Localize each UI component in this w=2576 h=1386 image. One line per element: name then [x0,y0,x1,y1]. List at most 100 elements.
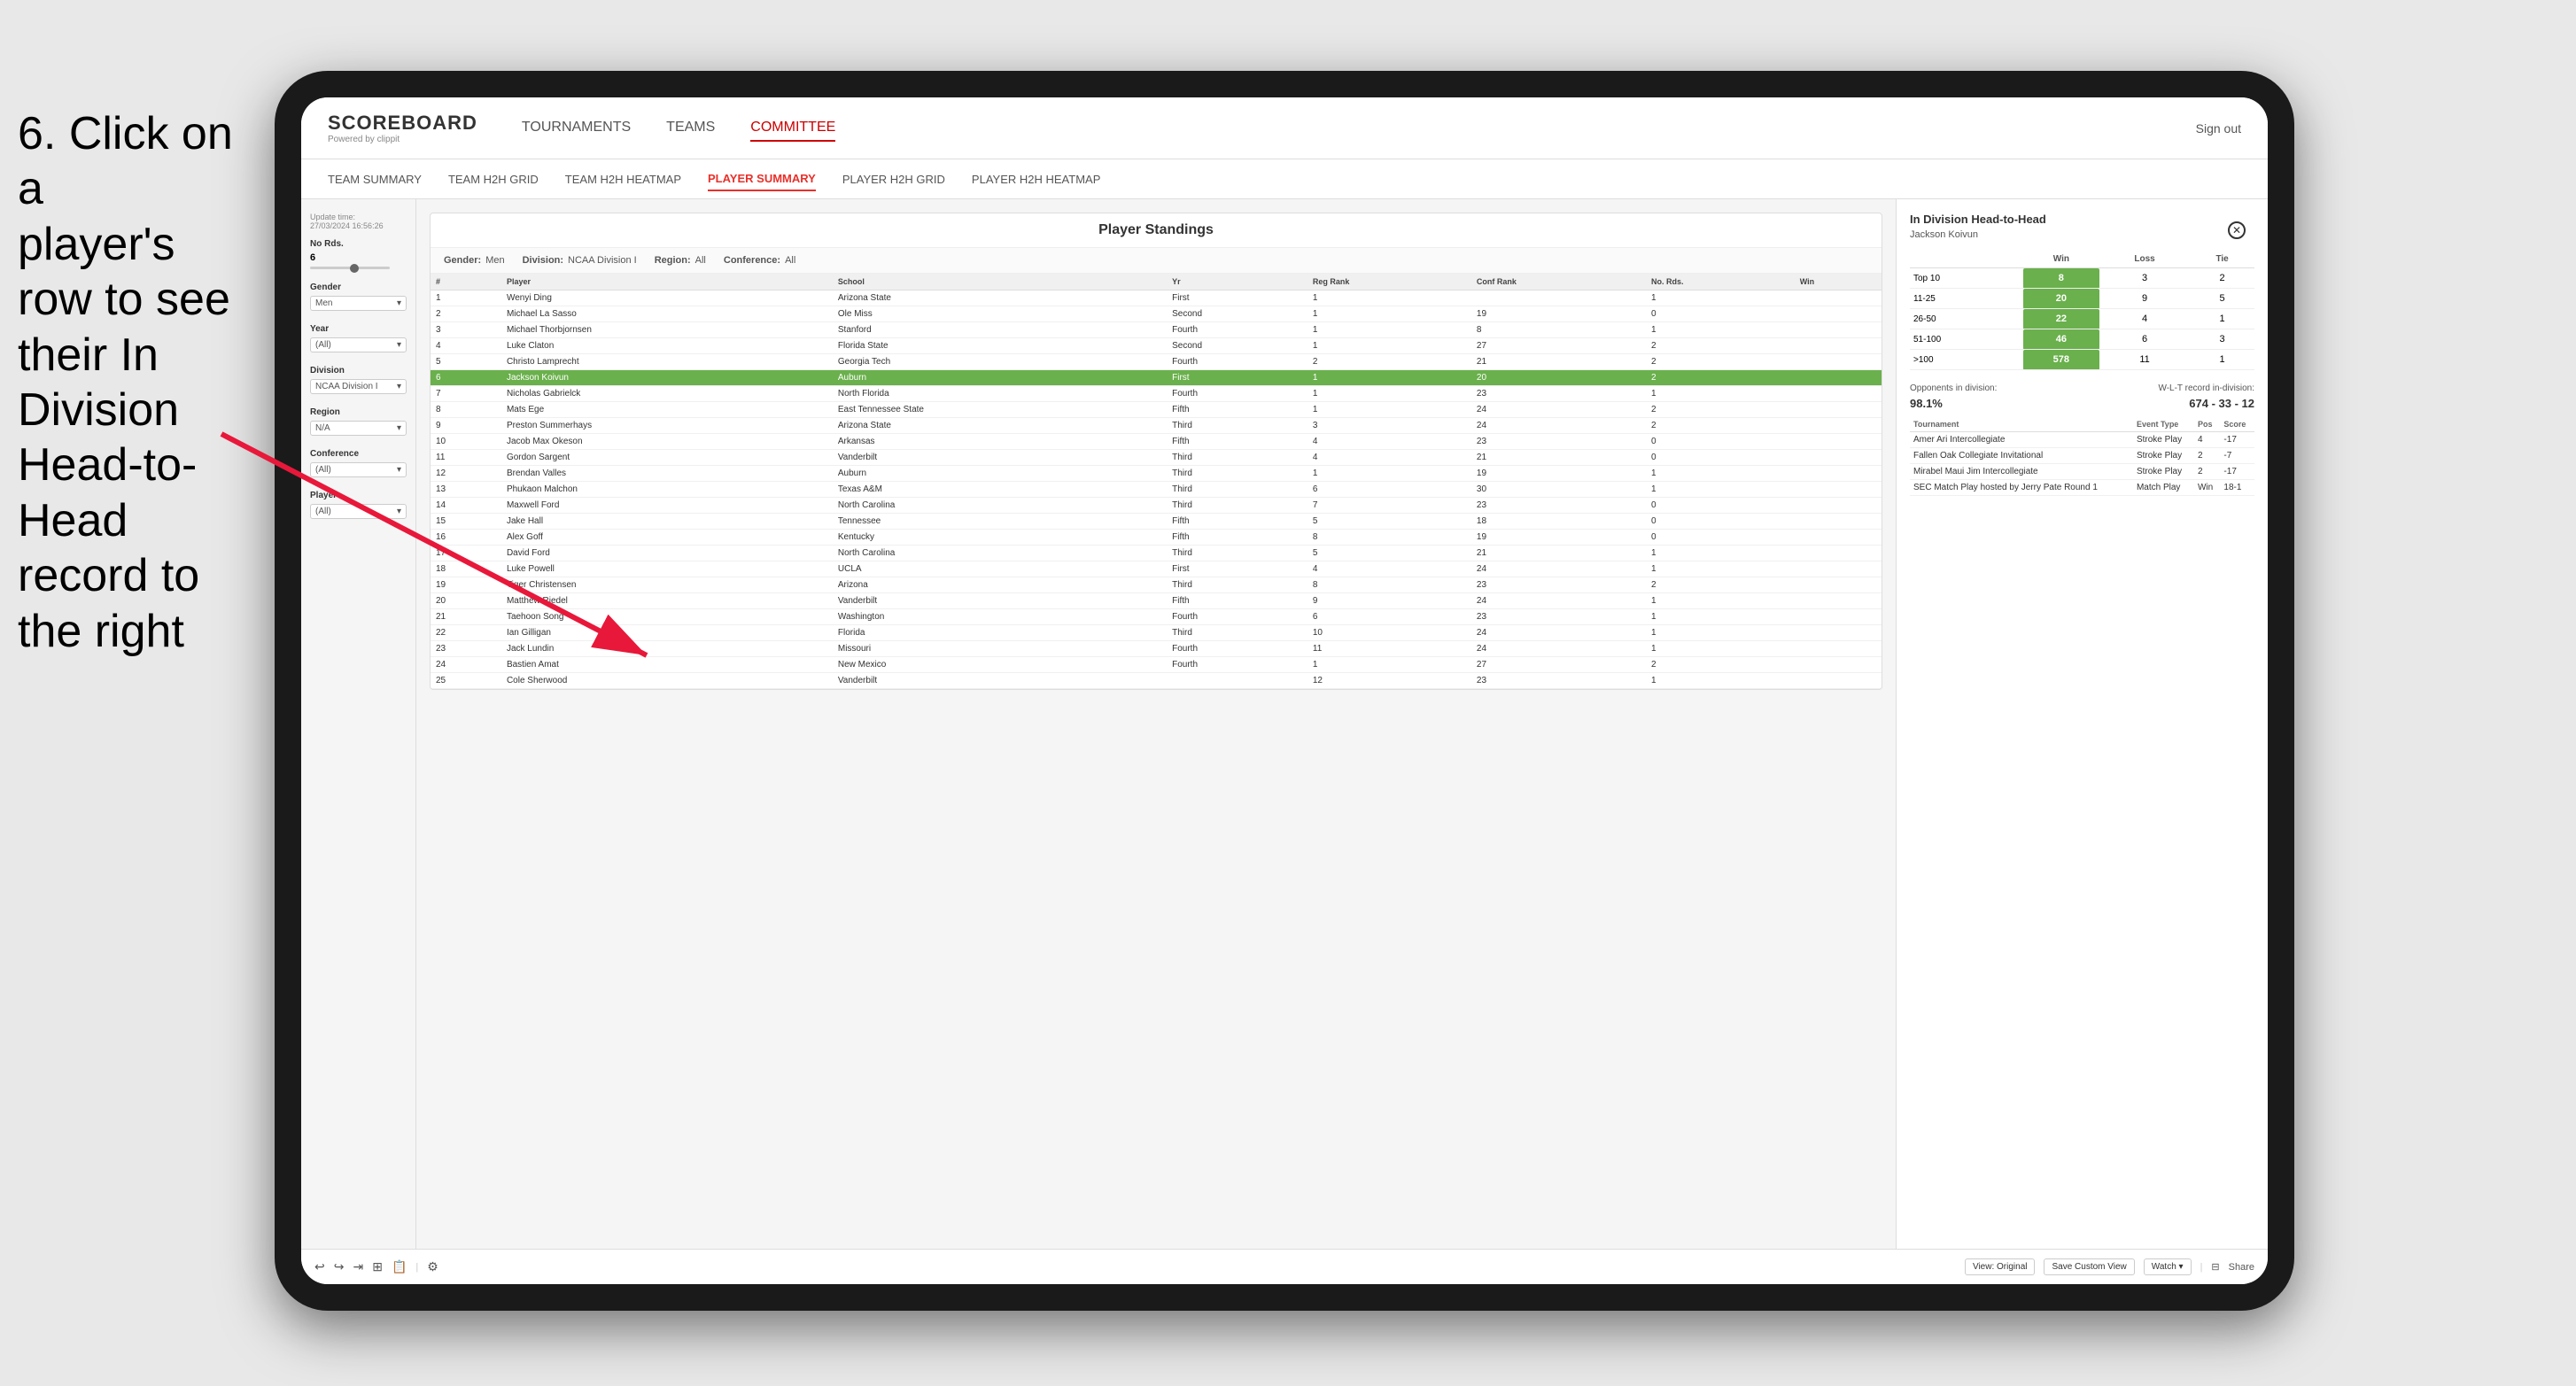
cell-win [1795,322,1882,338]
sub-nav-player-h2h-heatmap[interactable]: PLAYER H2H HEATMAP [972,168,1100,190]
save-custom-button[interactable]: Save Custom View [2044,1258,2134,1275]
cell-win [1795,561,1882,577]
cell-yr: Third [1167,577,1307,593]
cell-win [1795,514,1882,530]
cell-conf: 19 [1471,530,1646,546]
undo-icon[interactable]: ↩ [314,1259,325,1274]
watch-button[interactable]: Watch ▾ [2144,1258,2192,1275]
cell-conf: 24 [1471,418,1646,434]
tourn-name: Mirabel Maui Jim Intercollegiate [1910,464,2133,480]
cell-player: Matthew Riedel [501,593,833,609]
division-select[interactable]: NCAA Division I▾ [310,379,407,394]
gender-select[interactable]: Men▾ [310,296,407,311]
table-row[interactable]: 5 Christo Lamprecht Georgia Tech Fourth … [431,354,1882,370]
table-row[interactable]: 7 Nicholas Gabrielck North Florida Fourt… [431,386,1882,402]
table-row[interactable]: 12 Brendan Valles Auburn Third 1 19 1 [431,466,1882,482]
settings-icon[interactable]: ⚙ [427,1259,438,1274]
cell-player: Gordon Sargent [501,450,833,466]
cell-reg: 2 [1307,354,1471,370]
division-filter-label: Division: [523,255,563,266]
table-row[interactable]: 6 Jackson Koivun Auburn First 1 20 2 [431,370,1882,386]
table-row[interactable]: 3 Michael Thorbjornsen Stanford Fourth 1… [431,322,1882,338]
table-row[interactable]: 20 Matthew Riedel Vanderbilt Fifth 9 24 … [431,593,1882,609]
table-row[interactable]: 4 Luke Claton Florida State Second 1 27 … [431,338,1882,354]
table-row[interactable]: 21 Taehoon Song Washington Fourth 6 23 1 [431,609,1882,625]
h2h-loss: 4 [2099,309,2190,329]
h2h-close-button[interactable]: ✕ [2228,221,2246,239]
cell-rds: 1 [1646,593,1795,609]
table-row[interactable]: 9 Preston Summerhays Arizona State Third… [431,418,1882,434]
table-row[interactable]: 17 David Ford North Carolina Third 5 21 … [431,546,1882,561]
table-row[interactable]: 24 Bastien Amat New Mexico Fourth 1 27 2 [431,657,1882,673]
cell-school: Tennessee [833,514,1167,530]
table-row[interactable]: 18 Luke Powell UCLA First 4 24 1 [431,561,1882,577]
nav-teams[interactable]: TEAMS [666,115,715,142]
table-row[interactable]: 2 Michael La Sasso Ole Miss Second 1 19 … [431,306,1882,322]
table-row[interactable]: 16 Alex Goff Kentucky Fifth 8 19 0 [431,530,1882,546]
table-row[interactable]: 23 Jack Lundin Missouri Fourth 11 24 1 [431,641,1882,657]
cell-conf: 23 [1471,434,1646,450]
layout-icon[interactable]: ⊟ [2211,1261,2219,1273]
table-row[interactable]: 14 Maxwell Ford North Carolina Third 7 2… [431,498,1882,514]
sub-nav-player-h2h-grid[interactable]: PLAYER H2H GRID [842,168,945,190]
table-row[interactable]: 8 Mats Ege East Tennessee State Fifth 1 … [431,402,1882,418]
cell-num: 21 [431,609,501,625]
table-row[interactable]: 19 Tiger Christensen Arizona Third 8 23 … [431,577,1882,593]
cell-conf: 19 [1471,466,1646,482]
sign-out-button[interactable]: Sign out [2196,121,2241,136]
table-row[interactable]: 25 Cole Sherwood Vanderbilt 12 23 1 [431,673,1882,689]
cell-num: 16 [431,530,501,546]
copy-icon[interactable]: ⊞ [372,1259,383,1274]
cell-yr: Third [1167,418,1307,434]
cell-player: Alex Goff [501,530,833,546]
year-label: Year [310,324,407,334]
sub-nav-team-h2h-grid[interactable]: TEAM H2H GRID [448,168,539,190]
tourn-score: -17 [2220,464,2254,480]
sub-nav-team-summary[interactable]: TEAM SUMMARY [328,168,422,190]
col-win: Win [1795,274,1882,290]
table-row[interactable]: 1 Wenyi Ding Arizona State First 1 1 [431,290,1882,306]
cell-school: Ole Miss [833,306,1167,322]
nav-tournaments[interactable]: TOURNAMENTS [522,115,631,142]
cell-rds: 0 [1646,514,1795,530]
region-select[interactable]: N/A▾ [310,421,407,436]
h2h-win: 22 [2023,309,2099,329]
tournament-table: Tournament Event Type Pos Score Amer Ari… [1910,417,2254,496]
sub-nav-player-summary[interactable]: PLAYER SUMMARY [708,167,816,191]
logo-scoreboard: SCOREBOARD [328,112,477,135]
forward-icon[interactable]: ⇥ [353,1259,363,1274]
division-label: Division [310,366,407,376]
cell-win [1795,657,1882,673]
cell-reg: 10 [1307,625,1471,641]
player-select[interactable]: (All)▾ [310,504,407,519]
share-button[interactable]: Share [2229,1262,2254,1273]
table-row[interactable]: 13 Phukaon Malchon Texas A&M Third 6 30 … [431,482,1882,498]
cell-school: Vanderbilt [833,593,1167,609]
cell-yr: Fifth [1167,402,1307,418]
redo-icon[interactable]: ↪ [334,1259,345,1274]
table-row[interactable]: 10 Jacob Max Okeson Arkansas Fifth 4 23 … [431,434,1882,450]
tourn-score: -7 [2220,448,2254,464]
tourn-pos: 2 [2194,448,2220,464]
cell-player: Ian Gilligan [501,625,833,641]
table-row[interactable]: 15 Jake Hall Tennessee Fifth 5 18 0 [431,514,1882,530]
cell-num: 18 [431,561,501,577]
cell-reg: 11 [1307,641,1471,657]
cell-num: 6 [431,370,501,386]
year-select[interactable]: (All)▾ [310,337,407,352]
table-row[interactable]: 11 Gordon Sargent Vanderbilt Third 4 21 … [431,450,1882,466]
h2h-col-win: Win [2023,251,2099,268]
col-player: Player [501,274,833,290]
conference-select[interactable]: (All)▾ [310,462,407,477]
sub-nav-team-h2h-heatmap[interactable]: TEAM H2H HEATMAP [565,168,681,190]
view-original-button[interactable]: View: Original [1965,1258,2036,1275]
table-row[interactable]: 22 Ian Gilligan Florida Third 10 24 1 [431,625,1882,641]
nav-committee[interactable]: COMMITTEE [750,115,835,142]
h2h-range: 51-100 [1910,329,2023,350]
h2h-tie: 2 [2190,268,2254,289]
paste-icon[interactable]: 📋 [392,1259,407,1274]
cell-num: 20 [431,593,501,609]
cell-conf: 8 [1471,322,1646,338]
cell-player: Jake Hall [501,514,833,530]
cell-yr: Fifth [1167,530,1307,546]
